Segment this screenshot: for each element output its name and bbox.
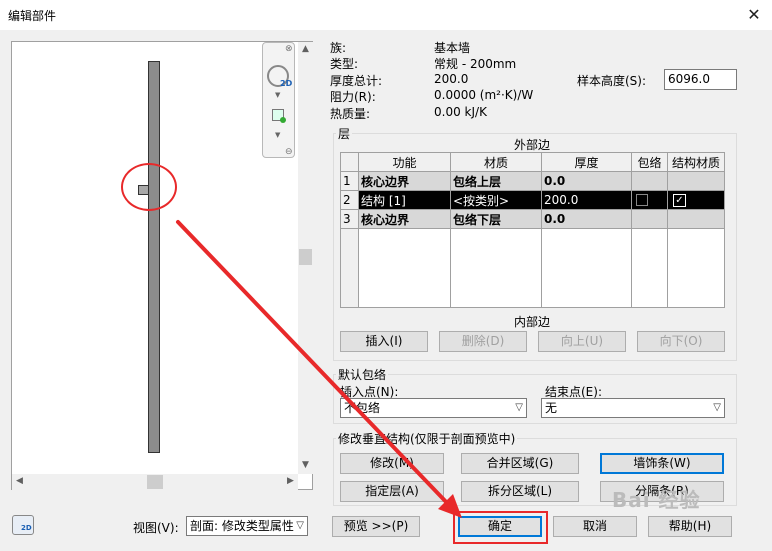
arrow-shaft	[176, 220, 452, 508]
annotation-arrow	[176, 220, 462, 518]
